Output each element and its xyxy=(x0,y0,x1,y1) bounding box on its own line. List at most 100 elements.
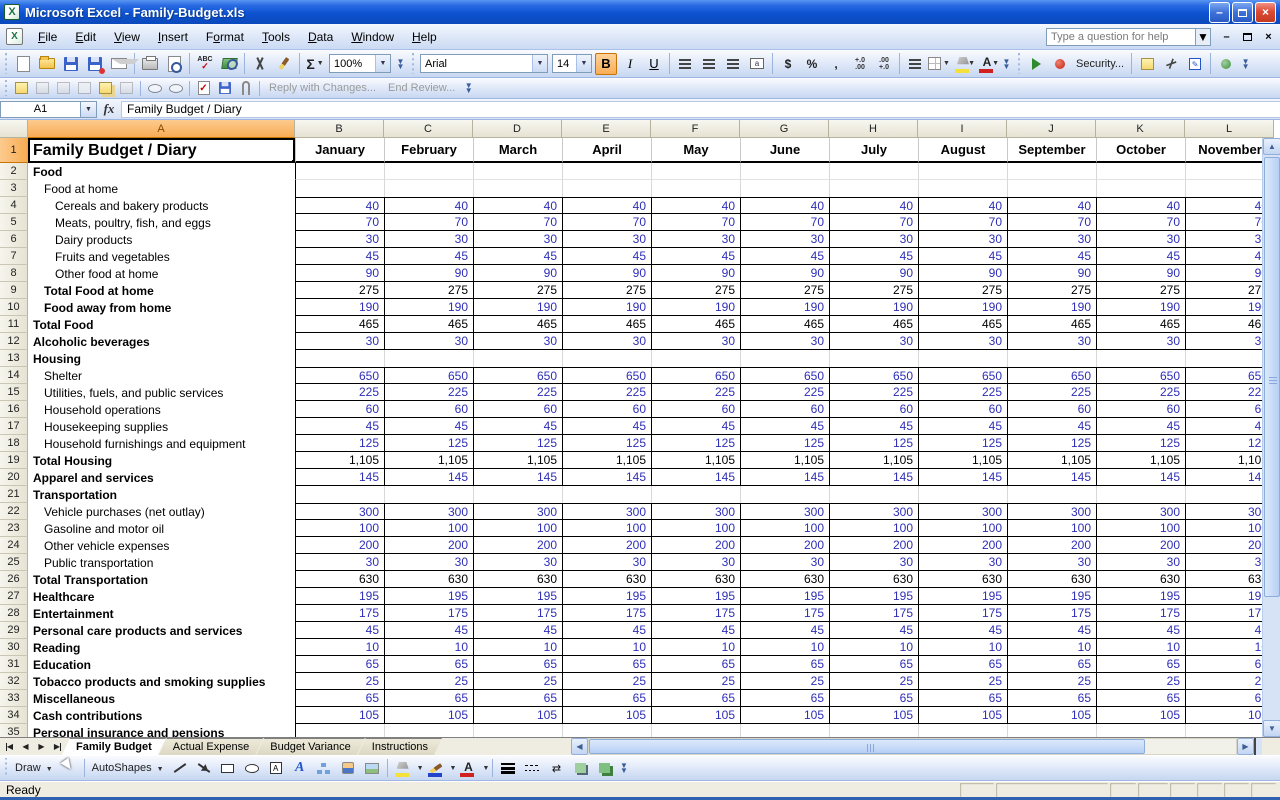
cell-G29[interactable]: 45 xyxy=(740,622,829,639)
cell-D7[interactable]: 45 xyxy=(473,248,562,265)
row-header-17[interactable]: 17 xyxy=(0,418,28,435)
cell-H29[interactable]: 45 xyxy=(829,622,918,639)
cell-L4[interactable]: 40 xyxy=(1185,197,1274,214)
toolbar-drag-handle[interactable] xyxy=(3,80,8,96)
cell-D29[interactable]: 45 xyxy=(473,622,562,639)
next-comment-icon[interactable] xyxy=(54,79,73,97)
cell-K2[interactable] xyxy=(1096,163,1185,180)
cell-L26[interactable]: 630 xyxy=(1185,571,1274,588)
cell-I6[interactable]: 30 xyxy=(918,231,1007,248)
cell-C2[interactable] xyxy=(384,163,473,180)
decrease-decimal-button[interactable]: .00+.0 xyxy=(873,53,895,75)
cell-J16[interactable]: 60 xyxy=(1007,401,1096,418)
cell-H5[interactable]: 70 xyxy=(829,214,918,231)
control-toolbox-icon[interactable] xyxy=(1160,53,1182,75)
cell-C20[interactable]: 145 xyxy=(384,469,473,486)
cell-L13[interactable] xyxy=(1185,350,1274,367)
cell-B21[interactable] xyxy=(295,486,384,503)
cell-A12[interactable]: Alcoholic beverages xyxy=(28,333,295,350)
cell-D28[interactable]: 175 xyxy=(473,605,562,622)
row-header-27[interactable]: 27 xyxy=(0,588,28,605)
cell-J10[interactable]: 190 xyxy=(1007,299,1096,316)
cell-H7[interactable]: 45 xyxy=(829,248,918,265)
cell-K20[interactable]: 145 xyxy=(1096,469,1185,486)
cell-A25[interactable]: Public transportation xyxy=(28,554,295,571)
cell-E22[interactable]: 300 xyxy=(562,503,651,520)
cell-B9[interactable]: 275 xyxy=(295,282,384,299)
record-macro-icon[interactable] xyxy=(1049,53,1071,75)
cell-K22[interactable]: 300 xyxy=(1096,503,1185,520)
cell-L14[interactable]: 650 xyxy=(1185,367,1274,384)
cell-H16[interactable]: 60 xyxy=(829,401,918,418)
cell-G1[interactable]: June xyxy=(740,138,829,163)
cell-E25[interactable]: 30 xyxy=(562,554,651,571)
previous-sheet-icon[interactable]: ◀ xyxy=(18,739,33,754)
cell-J15[interactable]: 225 xyxy=(1007,384,1096,401)
autoshapes-menu-button[interactable]: AutoShapes ▼ xyxy=(88,762,168,774)
cell-E18[interactable]: 125 xyxy=(562,435,651,452)
cell-B35[interactable] xyxy=(295,724,384,737)
cell-B14[interactable]: 650 xyxy=(295,367,384,384)
cell-A13[interactable]: Housing xyxy=(28,350,295,367)
oval-tool-icon[interactable] xyxy=(241,757,263,779)
cell-D34[interactable]: 105 xyxy=(473,707,562,724)
cell-E1[interactable]: April xyxy=(562,138,651,163)
close-button[interactable]: × xyxy=(1255,2,1276,23)
cell-I33[interactable]: 65 xyxy=(918,690,1007,707)
cell-H33[interactable]: 65 xyxy=(829,690,918,707)
cell-E21[interactable] xyxy=(562,486,651,503)
cell-B4[interactable]: 40 xyxy=(295,197,384,214)
align-right-button[interactable] xyxy=(722,53,744,75)
cell-K5[interactable]: 70 xyxy=(1096,214,1185,231)
cell-A5[interactable]: Meats, poultry, fish, and eggs xyxy=(28,214,295,231)
cell-J5[interactable]: 70 xyxy=(1007,214,1096,231)
cell-K24[interactable]: 200 xyxy=(1096,537,1185,554)
cell-H32[interactable]: 25 xyxy=(829,673,918,690)
previous-comment-icon[interactable] xyxy=(33,79,52,97)
toolbar-options-chevron[interactable]: ▼▼ xyxy=(394,50,407,77)
percent-button[interactable]: % xyxy=(801,53,823,75)
fill-color-button[interactable]: ▼ xyxy=(952,53,974,75)
email-button[interactable] xyxy=(108,53,130,75)
cell-L23[interactable]: 100 xyxy=(1185,520,1274,537)
next-sheet-icon[interactable]: ▶ xyxy=(34,739,49,754)
cell-A17[interactable]: Housekeeping supplies xyxy=(28,418,295,435)
cell-B28[interactable]: 175 xyxy=(295,605,384,622)
sheet-tab-budget-variance[interactable]: Budget Variance xyxy=(256,738,365,755)
cell-K32[interactable]: 25 xyxy=(1096,673,1185,690)
cell-K3[interactable] xyxy=(1096,180,1185,197)
toolbar-drag-handle[interactable] xyxy=(1016,53,1021,75)
cell-D27[interactable]: 195 xyxy=(473,588,562,605)
cell-B7[interactable]: 45 xyxy=(295,248,384,265)
cell-I12[interactable]: 30 xyxy=(918,333,1007,350)
cell-G21[interactable] xyxy=(740,486,829,503)
cell-I35[interactable] xyxy=(918,724,1007,737)
cell-D14[interactable]: 650 xyxy=(473,367,562,384)
line-color-dropdown[interactable]: ▼ xyxy=(450,765,457,772)
cell-L18[interactable]: 125 xyxy=(1185,435,1274,452)
col-header-A[interactable]: A xyxy=(28,120,295,138)
cell-K11[interactable]: 465 xyxy=(1096,316,1185,333)
cell-D21[interactable] xyxy=(473,486,562,503)
cell-H9[interactable]: 275 xyxy=(829,282,918,299)
cell-F1[interactable]: May xyxy=(651,138,740,163)
cell-F17[interactable]: 45 xyxy=(651,418,740,435)
cell-E12[interactable]: 30 xyxy=(562,333,651,350)
cell-F33[interactable]: 65 xyxy=(651,690,740,707)
cell-B19[interactable]: 1,105 xyxy=(295,452,384,469)
minimize-button[interactable]: – xyxy=(1209,2,1230,23)
cell-K7[interactable]: 45 xyxy=(1096,248,1185,265)
scroll-down-icon[interactable]: ▼ xyxy=(1263,720,1280,737)
cell-J25[interactable]: 30 xyxy=(1007,554,1096,571)
cell-K15[interactable]: 225 xyxy=(1096,384,1185,401)
cell-G14[interactable]: 650 xyxy=(740,367,829,384)
menu-insert[interactable]: Insert xyxy=(149,26,197,48)
toolbar-drag-handle[interactable] xyxy=(3,53,8,75)
cell-I24[interactable]: 200 xyxy=(918,537,1007,554)
cell-B27[interactable]: 195 xyxy=(295,588,384,605)
cell-C6[interactable]: 30 xyxy=(384,231,473,248)
cell-C28[interactable]: 175 xyxy=(384,605,473,622)
cell-G20[interactable]: 145 xyxy=(740,469,829,486)
cell-L29[interactable]: 45 xyxy=(1185,622,1274,639)
cell-G27[interactable]: 195 xyxy=(740,588,829,605)
